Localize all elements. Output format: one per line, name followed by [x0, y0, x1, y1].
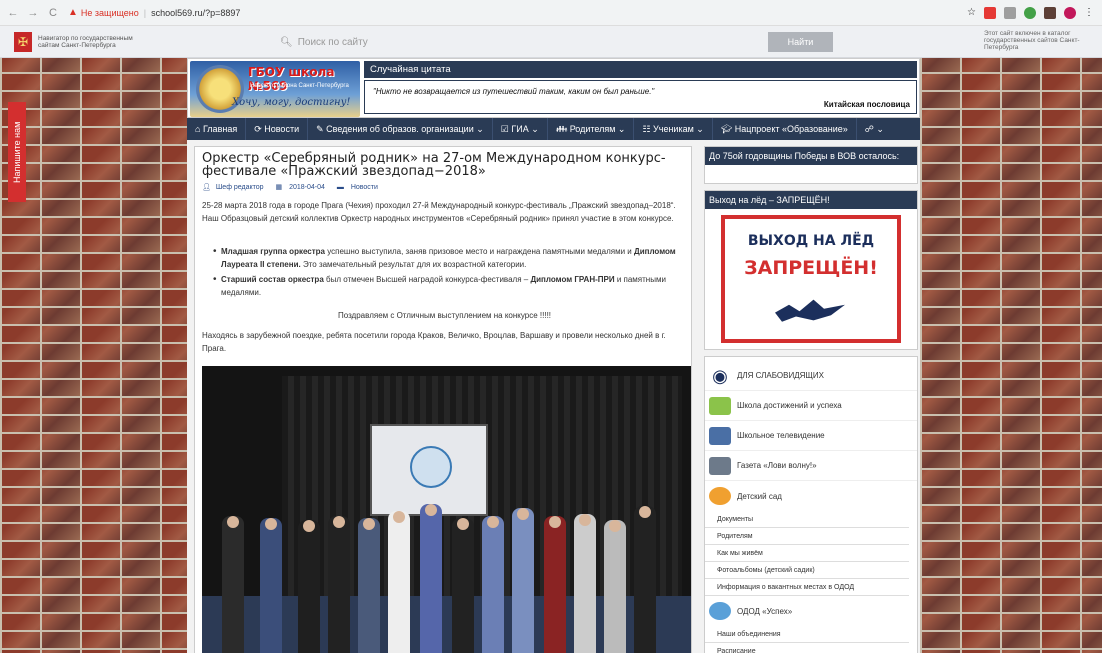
date: ▦ 2018-04-04	[275, 184, 325, 191]
nav-students[interactable]: ☷ Ученикам ⌄	[634, 118, 713, 140]
quote-title: Случайная цитата	[364, 61, 917, 78]
parents-icon: 👪︎	[555, 124, 570, 134]
feedback-tab[interactable]: Напишите нам	[8, 102, 26, 202]
nav-parents[interactable]: 👪︎ Родителям ⌄	[548, 118, 635, 140]
edit-icon: ✎	[316, 124, 327, 134]
cup-icon	[709, 396, 731, 415]
victory-countdown-widget: До 75ой годовщины Победы в ВОВ осталось:	[704, 146, 918, 184]
sublink-parents[interactable]: Родителям	[705, 528, 909, 545]
link-odod[interactable]: ОДОД «Успех»	[705, 596, 917, 626]
search-icon: 🔍︎	[280, 36, 293, 48]
spb-coat-of-arms-icon[interactable]: ✠	[14, 31, 32, 52]
quote-author: Китайская пословица	[823, 100, 910, 109]
nav-home[interactable]: ⌂ Главная	[187, 118, 247, 140]
article-meta: 👤︎ Шеф редактор ▦ 2018-04-04 ▬ Новости	[202, 183, 388, 191]
school-logo[interactable]: ГБОУ школа №569 Невского района Санкт-Пе…	[190, 61, 360, 117]
graduation-cap-icon: 🎓︎	[720, 124, 735, 134]
checklist-icon: ☑	[500, 124, 512, 134]
link-school-tv[interactable]: Школьное телевидение	[705, 421, 917, 451]
gov-navigator-label[interactable]: Навигатор по государственным сайтам Санк…	[38, 35, 148, 49]
security-label: Не защищено	[80, 7, 139, 18]
projection-screen	[370, 424, 488, 516]
home-icon: ⌂	[195, 124, 203, 134]
nav-sitemap[interactable]: ☍ ⌄	[857, 118, 892, 140]
widget-title: До 75ой годовщины Победы в ВОВ осталось:	[705, 147, 917, 165]
orchestra-photo[interactable]	[202, 366, 691, 653]
widget-title: Выход на лёд – ЗАПРЕЩЁН!	[705, 191, 917, 209]
logo-subtitle: Невского района Санкт-Петербурга	[250, 83, 349, 89]
eye-icon: ◉	[712, 365, 728, 386]
bookmark-star-icon[interactable]: ☆	[967, 7, 976, 18]
site-search-input[interactable]: 🔍︎ Поиск по сайту	[280, 32, 760, 52]
back-button[interactable]: ←	[6, 6, 20, 20]
link-low-vision[interactable]: ◉ ДЛЯ СЛАБОВИДЯЩИХ	[705, 361, 917, 391]
quote-text: "Никто не возвращается из путешествий та…	[373, 87, 655, 96]
author-link[interactable]: 👤︎ Шеф редактор	[202, 184, 269, 191]
sidebar: До 75ой годовщины Победы в ВОВ осталось:…	[704, 146, 918, 653]
intro-paragraph: 25-28 марта 2018 года в городе Прага (Че…	[202, 201, 676, 223]
browser-toolbar: ← → C ▲ Не защищено | school569.ru/?p=88…	[0, 0, 1102, 26]
category-link[interactable]: ▬ Новости	[337, 184, 383, 191]
search-placeholder: Поиск по сайту	[297, 36, 368, 48]
ice-warning-banner[interactable]: ВЫХОД НА ЛЁД ЗАПРЕЩЁН!	[721, 215, 901, 343]
nav-national-project[interactable]: 🎓︎ Нацпроект «Образование»	[713, 118, 857, 140]
festival-logo-icon	[410, 446, 452, 488]
sublink-photo-albums[interactable]: Фотоальбомы (детский садик)	[705, 562, 909, 579]
link-achievements[interactable]: Школа достижений и успеха	[705, 391, 917, 421]
tv-icon	[709, 426, 731, 445]
sublink-associations[interactable]: Наши объединения	[705, 626, 909, 643]
warning-icon: ▲	[68, 7, 78, 18]
list-item: Старший состав оркестра был отмечен Высш…	[213, 273, 683, 299]
odod-icon	[709, 602, 731, 620]
address-bar[interactable]: ▲ Не защищено | school569.ru/?p=8897	[68, 4, 240, 22]
extension-icon[interactable]	[1024, 6, 1036, 19]
nav-gia[interactable]: ☑ ГИА ⌄	[493, 118, 548, 140]
link-newspaper[interactable]: Газета «Лови волну!»	[705, 451, 917, 481]
main-nav: ⌂ Главная ⟳ Новости ✎ Сведения об образо…	[187, 118, 920, 140]
sitemap-icon: ☍	[864, 124, 877, 134]
newspaper-icon	[709, 456, 731, 475]
profile-avatar[interactable]	[1064, 6, 1076, 19]
search-button[interactable]: Найти	[768, 32, 833, 52]
congrats-text: Поздравляем с Отличным выступлением на к…	[337, 311, 552, 320]
site-header: ГБОУ школа №569 Невского района Санкт-Пе…	[187, 58, 920, 118]
folder-icon: ▬	[336, 184, 346, 191]
gov-navigator-bar: ✠ Навигатор по государственным сайтам Са…	[0, 26, 1102, 58]
random-quote-widget: Случайная цитата "Никто не возвращается …	[364, 61, 917, 115]
ice-warning-widget: Выход на лёд – ЗАПРЕЩЁН! ВЫХОД НА ЛЁД ЗА…	[704, 190, 918, 350]
reload-button[interactable]: C	[46, 6, 60, 20]
forward-button[interactable]: →	[26, 6, 40, 20]
nav-news[interactable]: ⟳ Новости	[246, 118, 309, 140]
kids-icon	[709, 487, 731, 505]
sublink-how-we-live[interactable]: Как мы живём	[705, 545, 909, 562]
sublink-schedule[interactable]: Расписание	[705, 643, 909, 653]
extension-icon[interactable]	[1044, 6, 1056, 19]
article: Оркестр «Серебряный родник» на 27-ом Меж…	[194, 146, 692, 653]
site-container: ГБОУ школа №569 Невского района Санкт-Пе…	[187, 58, 920, 653]
list-item: Младшая группа оркестра успешно выступил…	[213, 245, 683, 271]
sublink-vacancies[interactable]: Информация о вакантных местах в ОДОД	[705, 579, 909, 596]
list-icon: ☷	[642, 124, 654, 134]
browser-actions: ☆ ⋮	[967, 6, 1094, 19]
results-list: Младшая группа оркестра успешно выступил…	[213, 245, 683, 301]
extension-icon[interactable]	[984, 6, 996, 19]
logo-motto: Хочу, могу, достигну!	[232, 97, 351, 108]
user-icon: 👤︎	[202, 184, 211, 191]
trip-paragraph: Находясь в зарубежной поездке, ребята по…	[202, 331, 666, 353]
gov-catalog-note[interactable]: Этот сайт включен в каталог государствен…	[984, 30, 1099, 51]
link-kindergarten[interactable]: Детский сад	[705, 481, 917, 511]
article-title[interactable]: Оркестр «Серебряный родник» на 27-ом Меж…	[202, 152, 682, 178]
menu-icon[interactable]: ⋮	[1084, 7, 1094, 18]
refresh-icon: ⟳	[254, 124, 265, 134]
extension-icon[interactable]	[1004, 6, 1016, 19]
sublink-documents[interactable]: Документы	[705, 511, 909, 528]
ice-crack-icon	[775, 299, 845, 322]
url-text[interactable]: school569.ru/?p=8897	[151, 8, 240, 18]
calendar-icon: ▦	[275, 184, 285, 191]
quick-links-widget: ◉ ДЛЯ СЛАБОВИДЯЩИХ Школа достижений и ус…	[704, 356, 918, 653]
nav-org-info[interactable]: ✎ Сведения об образов. организации ⌄	[308, 118, 493, 140]
